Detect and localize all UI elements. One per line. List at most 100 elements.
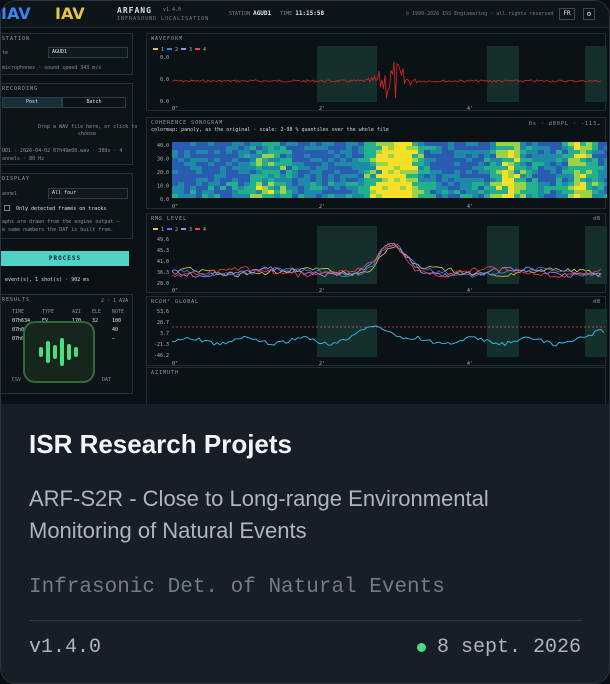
- sonogram-cell: [454, 150, 460, 154]
- sonogram-cell: [556, 146, 562, 150]
- sonogram-cell: [358, 182, 364, 186]
- sonogram-cell: [172, 154, 178, 158]
- sonogram-cell: [598, 170, 604, 174]
- sonogram-cell: [232, 174, 238, 178]
- sonogram-cell: [514, 178, 520, 182]
- sonogram-cell: [238, 154, 244, 158]
- sonogram-cell: [496, 158, 502, 162]
- sonogram-cell: [604, 162, 607, 166]
- project-card[interactable]: IAV IAV ARFANG v1.4.0 INFRASOUND LOCALIS…: [0, 0, 610, 684]
- sonogram-cell: [532, 194, 538, 198]
- sonogram-cell: [490, 162, 496, 166]
- sonogram-cell: [184, 182, 190, 186]
- sonogram-cell: [430, 158, 436, 162]
- sonogram-cell: [496, 170, 502, 174]
- sonogram-cell: [442, 186, 448, 190]
- sonogram-cell: [196, 194, 202, 198]
- sonogram-cell: [400, 142, 406, 146]
- sonogram-cell: [292, 142, 298, 146]
- waveform-xtick: 0": [172, 106, 178, 112]
- sonogram-cell: [364, 178, 370, 182]
- sonogram-cell: [412, 142, 418, 146]
- sonogram-cell: [202, 178, 208, 182]
- sonogram-cell: [556, 174, 562, 178]
- sonogram-cell: [448, 158, 454, 162]
- sonogram-cell: [340, 166, 346, 170]
- sonogram-cell: [352, 142, 358, 146]
- sonogram-cell: [196, 178, 202, 182]
- sonogram-cell: [184, 190, 190, 194]
- results-header-cell: NOTE: [112, 309, 125, 315]
- sonogram-cell: [238, 182, 244, 186]
- sonogram-cell: [502, 186, 508, 190]
- sonogram-cell: [532, 146, 538, 150]
- sonogram-cell: [190, 182, 196, 186]
- sonogram-cell: [394, 174, 400, 178]
- sonogram-cell: [592, 170, 598, 174]
- sonogram-cell: [412, 158, 418, 162]
- sonogram-cell: [436, 194, 442, 198]
- sonogram-cell: [346, 186, 352, 190]
- sonogram-cell: [208, 146, 214, 150]
- sonogram-cell: [400, 170, 406, 174]
- sonogram-cell: [592, 166, 598, 170]
- sonogram-cell: [208, 158, 214, 162]
- sonogram-cell: [544, 174, 550, 178]
- sonogram-cell: [172, 146, 178, 150]
- sonogram-cell: [334, 178, 340, 182]
- sonogram-cell: [226, 182, 232, 186]
- sonogram-cell: [196, 142, 202, 146]
- sonogram-cell: [418, 162, 424, 166]
- sonogram-cell: [322, 194, 328, 198]
- sonogram-cell: [196, 166, 202, 170]
- sonogram-cell: [346, 174, 352, 178]
- sonogram-cell: [526, 154, 532, 158]
- sonogram-cell: [286, 170, 292, 174]
- rms-series-line: [171, 245, 602, 278]
- sonogram-cell: [256, 154, 262, 158]
- sonogram-cell: [364, 190, 370, 194]
- sonogram-ytick: 40.0: [157, 143, 169, 149]
- sonogram-cell: [280, 162, 286, 166]
- sonogram-cell: [352, 174, 358, 178]
- sonogram-cell: [328, 162, 334, 166]
- sonogram-cell: [478, 190, 484, 194]
- sonogram-cell: [178, 142, 184, 146]
- sonogram-cell: [172, 162, 178, 166]
- sonogram-cell: [454, 178, 460, 182]
- sonogram-cell: [544, 162, 550, 166]
- sonogram-cell: [406, 170, 412, 174]
- sonogram-cell: [172, 194, 178, 198]
- sonogram-cell: [262, 154, 268, 158]
- sonogram-cell: [490, 182, 496, 186]
- sonogram-cell: [208, 162, 214, 166]
- sonogram-cell: [304, 190, 310, 194]
- sonogram-cell: [334, 174, 340, 178]
- sonogram-cell: [232, 178, 238, 182]
- sonogram-cell: [484, 178, 490, 182]
- sonogram-cell: [328, 186, 334, 190]
- sonogram-cell: [184, 170, 190, 174]
- sonogram-cell: [250, 186, 256, 190]
- sonogram-cell: [598, 194, 604, 198]
- sonogram-cell: [550, 174, 556, 178]
- sonogram-cell: [502, 158, 508, 162]
- sonogram-cell: [340, 150, 346, 154]
- sonogram-cell: [370, 194, 376, 198]
- sonogram-cell: [214, 174, 220, 178]
- sonogram-cell: [256, 186, 262, 190]
- sonogram-cell: [502, 142, 508, 146]
- sonogram-cell: [490, 166, 496, 170]
- sonogram-cell: [316, 170, 322, 174]
- sonogram-cell: [442, 178, 448, 182]
- sonogram-cell: [442, 190, 448, 194]
- sonogram-cell: [592, 150, 598, 154]
- sonogram-cell: [190, 174, 196, 178]
- sonogram-cell: [172, 158, 178, 162]
- sonogram-cell: [184, 178, 190, 182]
- sonogram-cell: [496, 190, 502, 194]
- sonogram-cell: [454, 186, 460, 190]
- waveform-legend-swatch: [181, 48, 186, 50]
- sonogram-cell: [232, 190, 238, 194]
- sonogram-cell: [466, 162, 472, 166]
